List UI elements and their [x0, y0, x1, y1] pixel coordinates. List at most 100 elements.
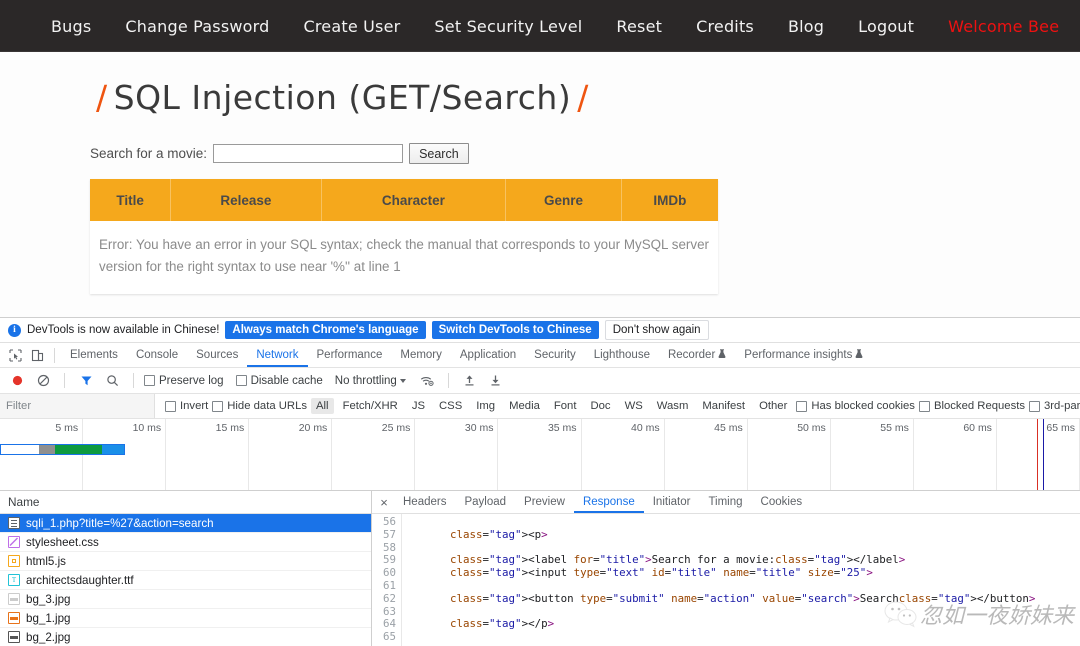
- nav-link-welcome-bee[interactable]: Welcome Bee: [931, 17, 1076, 36]
- detail-tab-preview[interactable]: Preview: [515, 491, 574, 513]
- request-list-header[interactable]: Name: [0, 491, 371, 514]
- throttling-select[interactable]: No throttling: [335, 375, 406, 387]
- nav-link-blog[interactable]: Blog: [771, 17, 841, 36]
- resource-type-filter-fetch-xhr[interactable]: Fetch/XHR: [338, 398, 403, 414]
- overview-bar-segment: [39, 445, 55, 454]
- nav-link-credits[interactable]: Credits: [679, 17, 771, 36]
- detail-tab-headers[interactable]: Headers: [394, 491, 455, 513]
- page-title: / SQL Injection (GET/Search) /: [90, 78, 1080, 117]
- image-icon: [8, 631, 20, 643]
- response-source-code: class="tag"><p> class="tag"><label for="…: [402, 514, 1080, 646]
- devtools-tab-network[interactable]: Network: [247, 343, 307, 367]
- request-row[interactable]: Tarchitectsdaughter.ttf: [0, 571, 371, 590]
- request-row[interactable]: stylesheet.css: [0, 533, 371, 552]
- dont-show-again-button[interactable]: Don't show again: [604, 320, 709, 340]
- disable-cache-checkbox[interactable]: Disable cache: [235, 375, 323, 387]
- overview-tick-cell: 60 ms: [914, 419, 997, 490]
- clear-network-log-icon[interactable]: [32, 371, 54, 391]
- devtools-tab-label: Network: [256, 349, 299, 361]
- switch-to-chinese-button[interactable]: Switch DevTools to Chinese: [431, 321, 599, 339]
- blocked-requests-checkbox[interactable]: Blocked Requests: [918, 400, 1025, 412]
- devtools-panel: i DevTools is now available in Chinese! …: [0, 317, 1080, 646]
- network-conditions-icon[interactable]: [416, 371, 438, 391]
- request-name: bg_1.jpg: [26, 611, 71, 625]
- inspect-element-icon[interactable]: [4, 345, 26, 365]
- export-har-icon[interactable]: [485, 371, 507, 391]
- filter-input[interactable]: [0, 394, 155, 418]
- devtools-tab-console[interactable]: Console: [127, 343, 187, 367]
- detail-tab-initiator[interactable]: Initiator: [644, 491, 700, 513]
- overview-bar-segment: [1, 445, 39, 454]
- sql-error-message: Error: You have an error in your SQL syn…: [99, 237, 709, 274]
- top-navigation-bar: Bugs Change Password Create User Set Securi…: [0, 0, 1080, 52]
- overview-tick-label: 10 ms: [132, 422, 162, 434]
- detail-tab-cookies[interactable]: Cookies: [752, 491, 812, 513]
- nav-link-bugs[interactable]: Bugs: [34, 17, 108, 36]
- resource-type-filter-font[interactable]: Font: [549, 398, 582, 414]
- resource-type-filter-media[interactable]: Media: [504, 398, 545, 414]
- results-table: Title Release Character Genre IMDb Error: Yo…: [90, 179, 718, 294]
- overview-event-marker: [1037, 419, 1038, 490]
- response-code-view[interactable]: 56 57 58 59 60 61 62 63 64 65 class="tag"><p> cla…: [372, 514, 1080, 646]
- devtools-tab-performance-insights[interactable]: Performance insights: [735, 343, 872, 367]
- detail-tab-response[interactable]: Response: [574, 491, 644, 513]
- devtools-tab-label: Console: [135, 349, 179, 361]
- devtools-tab-application[interactable]: Application: [451, 343, 525, 367]
- nav-link-logout[interactable]: Logout: [841, 17, 931, 36]
- import-har-icon[interactable]: [459, 371, 481, 391]
- search-label: Search for a movie:: [90, 146, 208, 161]
- devtools-tab-performance[interactable]: Performance: [308, 343, 392, 367]
- resource-type-filter-all[interactable]: All: [311, 398, 334, 414]
- resource-type-filter-ws[interactable]: WS: [620, 398, 648, 414]
- overview-tick-label: 20 ms: [298, 422, 328, 434]
- always-match-language-button[interactable]: Always match Chrome's language: [225, 321, 426, 339]
- nav-link-set-security-level[interactable]: Set Security Level: [417, 17, 599, 36]
- devtools-tab-recorder[interactable]: Recorder: [659, 343, 735, 367]
- devtools-tab-security[interactable]: Security: [525, 343, 585, 367]
- resource-type-filter-doc[interactable]: Doc: [585, 398, 615, 414]
- invert-checkbox[interactable]: Invert: [165, 400, 208, 412]
- overview-tick-label: 30 ms: [464, 422, 494, 434]
- detail-tab-timing[interactable]: Timing: [699, 491, 751, 513]
- nav-link-reset[interactable]: Reset: [599, 17, 679, 36]
- resource-type-filter-img[interactable]: Img: [471, 398, 500, 414]
- third-party-requests-checkbox[interactable]: 3rd-party requests: [1029, 400, 1080, 412]
- search-icon[interactable]: [101, 371, 123, 391]
- request-row[interactable]: bg_2.jpg: [0, 628, 371, 646]
- toggle-device-toolbar-icon[interactable]: [26, 345, 48, 365]
- close-icon[interactable]: ×: [374, 492, 394, 512]
- has-blocked-cookies-checkbox-label: Has blocked cookies: [811, 400, 915, 412]
- devtools-tab-memory[interactable]: Memory: [391, 343, 451, 367]
- devtools-tab-label: Recorder: [667, 349, 716, 361]
- preserve-log-checkbox[interactable]: Preserve log: [144, 375, 224, 387]
- has-blocked-cookies-checkbox[interactable]: Has blocked cookies: [796, 400, 915, 412]
- network-overview-timeline[interactable]: 5 ms 10 ms 15 ms 20 ms 25 ms 30 ms 35 ms 40 ms 4…: [0, 419, 1080, 491]
- nav-link-create-user[interactable]: Create User: [287, 17, 418, 36]
- blocked-requests-checkbox-box: [918, 400, 930, 412]
- devtools-tab-sources[interactable]: Sources: [187, 343, 247, 367]
- filter-icon[interactable]: [75, 371, 97, 391]
- request-row[interactable]: bg_3.jpg: [0, 590, 371, 609]
- search-button[interactable]: Search: [409, 143, 469, 164]
- resource-type-filter-js[interactable]: JS: [407, 398, 430, 414]
- nav-link-change-password[interactable]: Change Password: [108, 17, 286, 36]
- request-row[interactable]: sqli_1.php?title=%27&action=search: [0, 514, 371, 533]
- resource-type-filter-css[interactable]: CSS: [434, 398, 467, 414]
- detail-tab-payload[interactable]: Payload: [455, 491, 515, 513]
- hide-data-urls-checkbox-label: Hide data URLs: [227, 400, 308, 412]
- request-row[interactable]: html5.js: [0, 552, 371, 571]
- hide-data-urls-checkbox[interactable]: Hide data URLs: [212, 400, 307, 412]
- resource-type-filter-wasm[interactable]: Wasm: [652, 398, 694, 414]
- resource-type-filter-manifest[interactable]: Manifest: [697, 398, 750, 414]
- devtools-tab-lighthouse[interactable]: Lighthouse: [585, 343, 659, 367]
- results-header-character: Character: [321, 179, 507, 221]
- search-input[interactable]: [213, 144, 404, 163]
- network-toolbar: Preserve log Disable cache No throttling: [0, 368, 1080, 394]
- results-table-error-row: Error: You have an error in your SQL syn…: [90, 221, 718, 294]
- record-network-log-icon[interactable]: [6, 371, 28, 391]
- request-row[interactable]: bg_1.jpg: [0, 609, 371, 628]
- request-name: stylesheet.css: [26, 535, 99, 549]
- request-list[interactable]: sqli_1.php?title=%27&action=searchstyles…: [0, 514, 371, 646]
- devtools-tab-elements[interactable]: Elements: [61, 343, 127, 367]
- resource-type-filter-other[interactable]: Other: [754, 398, 792, 414]
